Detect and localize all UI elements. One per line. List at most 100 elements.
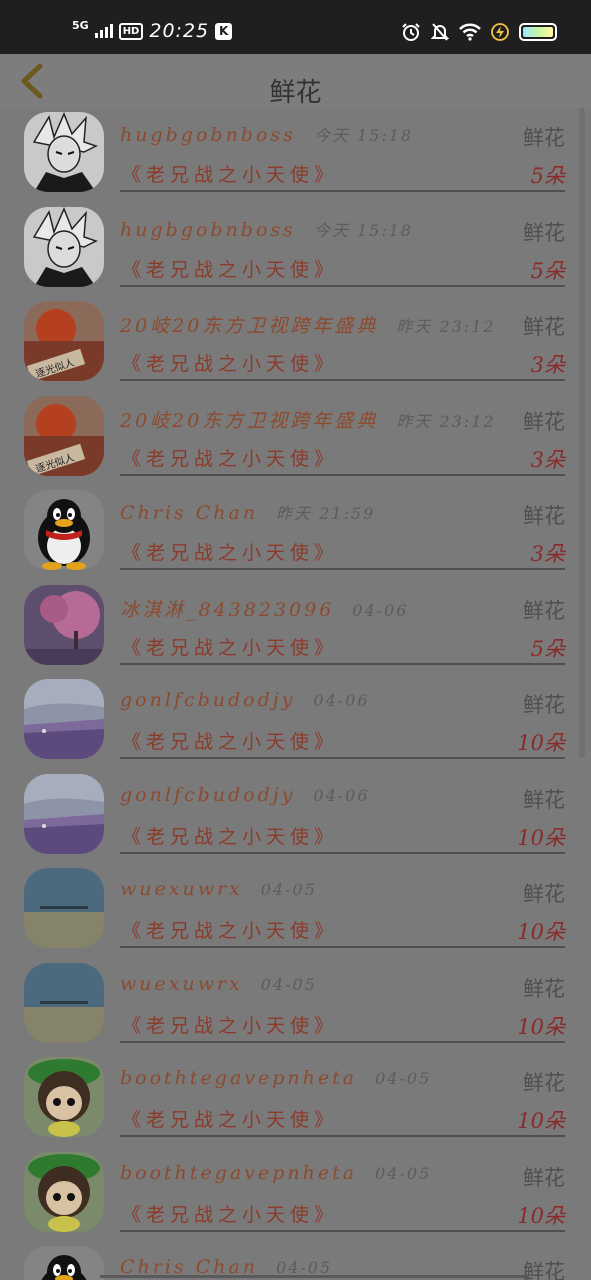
list-item[interactable]: wuexuwrx 04-05 鲜花 《老兄战之小天使》 10朵 (0, 864, 591, 958)
list-item[interactable]: gonlfcbudodjy 04-06 鲜花 《老兄战之小天使》 10朵 (0, 675, 591, 769)
list-item[interactable]: 逐光似人 20岐20东方卫视跨年盛典 昨天 23:12 鲜花 《老兄战之小天使》… (0, 297, 591, 391)
gift-type-label: 鲜花 (523, 787, 565, 812)
avatar[interactable]: 逐光似人 (24, 395, 104, 476)
divider (120, 379, 565, 381)
divider (120, 1135, 565, 1137)
timestamp: 04-05 (260, 974, 317, 994)
list-item[interactable]: hugbgobnboss 今天 15:18 鲜花 《老兄战之小天使》 5朵 (0, 108, 591, 202)
name-line: 20岐20东方卫视跨年盛典 昨天 23:12 (120, 311, 496, 338)
name-line: wuexuwrx 04-05 (120, 878, 317, 900)
sender-name[interactable]: boothtegavepnheta (120, 1162, 357, 1184)
sender-name[interactable]: 20岐20东方卫视跨年盛典 (120, 311, 378, 338)
timestamp: 今天 15:18 (313, 220, 414, 240)
timestamp: 04-05 (260, 880, 317, 899)
signal-icon (94, 24, 113, 38)
mute-bell-icon (431, 23, 449, 41)
avatar[interactable] (24, 962, 104, 1043)
avatar[interactable] (24, 1057, 104, 1137)
timestamp: 昨天 21:59 (276, 504, 376, 523)
work-title[interactable]: 《老兄战之小天使》 (122, 538, 338, 565)
avatar[interactable] (24, 868, 104, 948)
avatar[interactable]: 逐光似人 (24, 301, 104, 381)
timestamp: 昨天 23:12 (396, 411, 496, 431)
sender-name[interactable]: hugbgobnboss (120, 124, 296, 146)
hd-icon: HD (118, 22, 144, 40)
avatar[interactable] (24, 206, 104, 287)
list-item[interactable]: 冰淇淋_843823096 04-06 鲜花 《老兄战之小天使》 5朵 (0, 581, 591, 675)
flower-count: 10朵 (517, 825, 565, 850)
page-title: 鲜花 (269, 78, 322, 108)
divider (120, 190, 565, 192)
flower-count: 5朵 (530, 636, 565, 661)
avatar[interactable] (24, 112, 104, 192)
alarm-icon (402, 23, 420, 41)
work-title[interactable]: 《老兄战之小天使》 (122, 727, 338, 754)
avatar[interactable] (24, 679, 104, 759)
list-item[interactable]: Chris Chan 昨天 21:59 鲜花 《老兄战之小天使》 3朵 (0, 486, 591, 580)
list-item[interactable]: gonlfcbudodjy 04-06 鲜花 《老兄战之小天使》 10朵 (0, 770, 591, 864)
list-item[interactable]: 逐光似人 20岐20东方卫视跨年盛典 昨天 23:12 鲜花 《老兄战之小天使》… (0, 392, 591, 486)
name-line: gonlfcbudodjy 04-06 (120, 784, 370, 806)
list-item[interactable]: boothtegavepnheta 04-05 鲜花 《老兄战之小天使》 10朵 (0, 1053, 591, 1147)
status-bar: 5G HD 20:25 K (0, 0, 591, 54)
work-title[interactable]: 《老兄战之小天使》 (122, 1200, 338, 1227)
gift-type-label: 鲜花 (523, 315, 565, 339)
sender-name[interactable]: Chris Chan (120, 502, 258, 524)
sender-name[interactable]: wuexuwrx (120, 973, 243, 995)
gift-type-label: 鲜花 (523, 882, 565, 906)
sender-name[interactable]: gonlfcbudodjy (120, 689, 295, 711)
name-line: 冰淇淋_843823096 04-06 (120, 595, 408, 622)
name-line: 20岐20东方卫视跨年盛典 昨天 23:12 (120, 406, 496, 433)
sender-name[interactable]: 冰淇淋_843823096 (120, 595, 334, 622)
work-title[interactable]: 《老兄战之小天使》 (122, 633, 338, 660)
avatar[interactable] (24, 1151, 104, 1232)
timestamp: 04-06 (313, 691, 370, 710)
work-title[interactable]: 《老兄战之小天使》 (122, 822, 338, 849)
sender-name[interactable]: hugbgobnboss (120, 219, 296, 241)
divider (120, 662, 565, 665)
gift-type-label: 鲜花 (523, 693, 565, 717)
app-bar: 鲜花 (0, 54, 591, 108)
name-line: Chris Chan 昨天 21:59 (120, 500, 375, 524)
flower-count: 10朵 (517, 1203, 565, 1228)
battery-icon (519, 23, 557, 41)
work-title[interactable]: 《老兄战之小天使》 (122, 349, 338, 376)
list-item[interactable]: hugbgobnboss 今天 15:18 鲜花 《老兄战之小天使》 5朵 (0, 203, 591, 297)
gift-type-label: 鲜花 (523, 1260, 565, 1280)
name-line: hugbgobnboss 今天 15:18 (120, 217, 413, 241)
divider (120, 1040, 565, 1043)
charging-icon (491, 23, 509, 41)
work-title[interactable]: 《老兄战之小天使》 (122, 444, 338, 471)
work-title[interactable]: 《老兄战之小天使》 (122, 160, 338, 187)
list-item[interactable]: wuexuwrx 04-05 鲜花 《老兄战之小天使》 10朵 (0, 959, 591, 1053)
gift-type-label: 鲜花 (523, 409, 565, 434)
timestamp: 04-06 (352, 600, 409, 620)
divider (120, 473, 565, 476)
work-title[interactable]: 《老兄战之小天使》 (122, 916, 338, 943)
avatar[interactable] (24, 773, 104, 854)
divider (120, 1229, 565, 1232)
flower-count: 3朵 (530, 353, 565, 377)
avatar[interactable] (24, 490, 104, 570)
work-title[interactable]: 《老兄战之小天使》 (122, 255, 338, 282)
sender-name[interactable]: 20岐20东方卫视跨年盛典 (120, 406, 378, 433)
status-right (401, 20, 557, 44)
flower-count: 10朵 (517, 731, 565, 755)
avatar[interactable] (24, 584, 104, 665)
sender-name[interactable]: wuexuwrx (120, 878, 243, 900)
timestamp: 昨天 23:12 (396, 317, 496, 336)
flower-count: 5朵 (530, 164, 565, 188)
list-item[interactable]: boothtegavepnheta 04-05 鲜花 《老兄战之小天使》 10朵 (0, 1148, 591, 1242)
sender-name[interactable]: boothtegavepnheta (120, 1067, 357, 1089)
work-title[interactable]: 《老兄战之小天使》 (122, 1105, 338, 1132)
flower-count: 10朵 (517, 1109, 565, 1133)
name-line: boothtegavepnheta 04-05 (120, 1067, 431, 1089)
work-title[interactable]: 《老兄战之小天使》 (122, 1011, 338, 1038)
timestamp: 04-05 (375, 1069, 432, 1088)
timestamp: 今天 15:18 (313, 126, 414, 145)
gift-type-label: 鲜花 (523, 220, 565, 245)
avatar[interactable] (24, 1246, 104, 1280)
sender-name[interactable]: gonlfcbudodjy (120, 784, 295, 806)
flower-records-list[interactable]: hugbgobnboss 今天 15:18 鲜花 《老兄战之小天使》 5朵 hu… (0, 108, 591, 1280)
name-line: wuexuwrx 04-05 (120, 973, 317, 995)
